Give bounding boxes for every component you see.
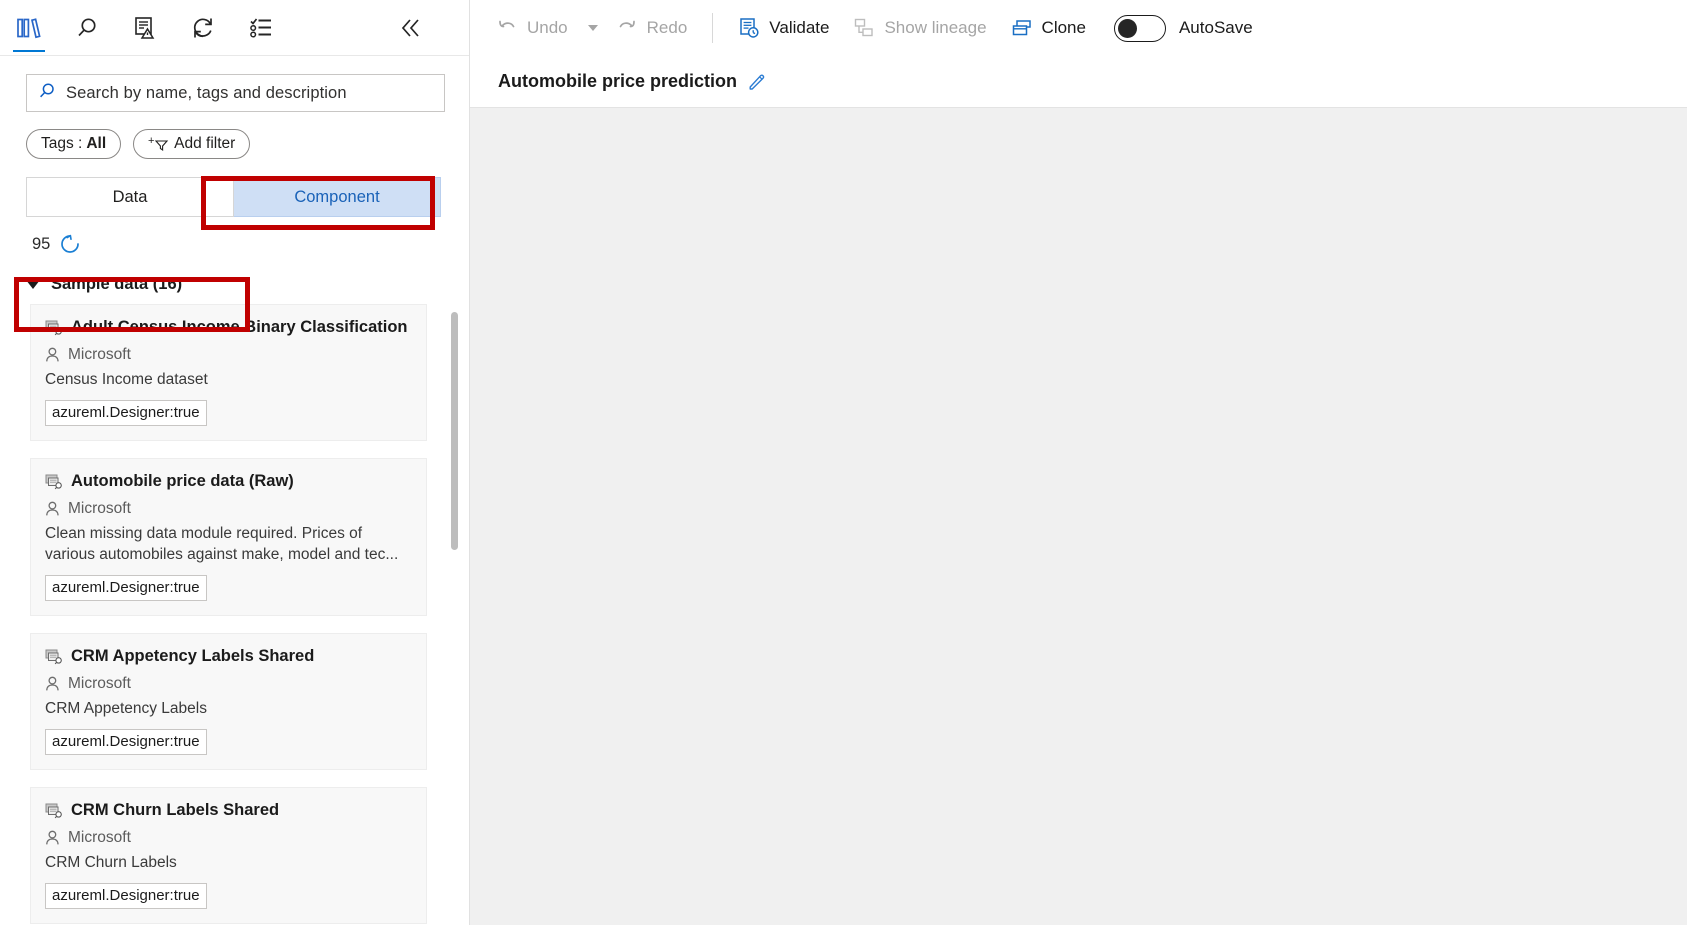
svg-text:+: +	[148, 135, 154, 147]
asset-type-tabs: Data Component	[26, 177, 441, 217]
refresh-icon[interactable]	[174, 0, 232, 56]
group-header-sample-data[interactable]: Sample data (16)	[26, 275, 469, 294]
card-tag[interactable]: azureml.Designer:true	[45, 883, 207, 909]
lineage-icon	[853, 17, 875, 39]
card-owner-row: Microsoft	[45, 675, 412, 693]
asset-library-panel: Search by name, tags and description Tag…	[0, 0, 470, 925]
card-owner-row: Microsoft	[45, 346, 412, 364]
app-root: Search by name, tags and description Tag…	[0, 0, 1687, 925]
card-description: Clean missing data module required. Pric…	[45, 525, 399, 563]
pipeline-title-bar: Automobile price prediction	[470, 56, 1687, 108]
list-item[interactable]: Adult Census Income Binary Classificatio…	[30, 304, 427, 441]
asset-card-list: Adult Census Income Binary Classificatio…	[0, 304, 469, 925]
tags-filter-value: All	[86, 135, 107, 152]
clone-icon	[1011, 17, 1033, 39]
pencil-icon[interactable]	[747, 72, 767, 92]
list-item[interactable]: Automobile price data (Raw) Microsoft Cl…	[30, 458, 427, 616]
redo-button[interactable]: Redo	[604, 8, 700, 48]
card-owner: Microsoft	[68, 500, 131, 517]
clone-button[interactable]: Clone	[999, 8, 1098, 48]
settings-list-icon[interactable]	[232, 0, 290, 56]
result-count: 95	[32, 234, 51, 253]
card-title: CRM Appetency Labels Shared	[71, 647, 315, 665]
submitted-jobs-icon[interactable]	[116, 0, 174, 56]
page-title: Automobile price prediction	[498, 71, 738, 91]
autosave-toggle[interactable]	[1113, 14, 1166, 42]
undo-button[interactable]: Undo	[484, 8, 580, 48]
add-filter-pill[interactable]: + Add filter	[133, 129, 251, 159]
tags-filter-pill[interactable]: Tags : All	[26, 129, 122, 159]
card-tag[interactable]: azureml.Designer:true	[45, 400, 207, 426]
search-placeholder: Search by name, tags and description	[66, 83, 347, 102]
person-icon	[45, 676, 60, 692]
autosave-control: AutoSave	[1113, 14, 1253, 42]
dataset-icon	[45, 474, 63, 495]
show-lineage-label: Show lineage	[884, 18, 987, 37]
validate-label: Validate	[769, 18, 830, 37]
list-scrollbar[interactable]	[447, 304, 461, 925]
asset-type-tabs-container: Data Component	[0, 159, 469, 217]
group-header-label: Sample data (16)	[51, 275, 183, 293]
search-icon[interactable]	[58, 0, 116, 56]
card-title-row: CRM Churn Labels Shared	[45, 801, 412, 824]
list-item[interactable]: CRM Appetency Labels Shared Microsoft CR…	[30, 633, 427, 770]
autosave-toggle-knob	[1117, 18, 1137, 38]
card-description: Census Income dataset	[45, 371, 208, 388]
tab-data[interactable]: Data	[26, 177, 234, 217]
filter-row: Tags : All + Add filter	[0, 112, 469, 159]
add-filter-label: Add filter	[174, 135, 236, 152]
card-tag[interactable]: azureml.Designer:true	[45, 729, 207, 755]
asset-library-icon[interactable]	[0, 0, 58, 56]
scrollbar-thumb[interactable]	[451, 312, 458, 550]
card-owner: Microsoft	[68, 829, 131, 846]
list-item[interactable]: CRM Churn Labels Shared Microsoft CRM Ch…	[30, 787, 427, 924]
search-container: Search by name, tags and description	[0, 56, 469, 112]
tab-component[interactable]: Component	[234, 177, 441, 217]
search-icon	[37, 81, 57, 106]
undo-dropdown-button[interactable]	[580, 8, 604, 48]
caret-down-icon	[26, 280, 40, 289]
card-owner: Microsoft	[68, 675, 131, 692]
redo-label: Redo	[646, 18, 688, 37]
card-title: Adult Census Income Binary Classificatio…	[71, 318, 412, 336]
result-count-row: 95	[0, 217, 469, 255]
validate-icon	[738, 17, 760, 39]
card-tag[interactable]: azureml.Designer:true	[45, 575, 207, 601]
left-icon-rail	[0, 0, 469, 56]
card-description: CRM Churn Labels	[45, 854, 177, 871]
clone-label: Clone	[1041, 18, 1086, 37]
card-title-row: Automobile price data (Raw)	[45, 472, 412, 495]
person-icon	[45, 347, 60, 363]
redo-icon	[616, 17, 638, 39]
search-input[interactable]: Search by name, tags and description	[26, 74, 445, 112]
card-title: Automobile price data (Raw)	[71, 472, 294, 490]
card-description: CRM Appetency Labels	[45, 700, 207, 717]
pipeline-canvas[interactable]	[470, 108, 1687, 925]
tags-filter-prefix: Tags :	[41, 135, 83, 152]
person-icon	[45, 501, 60, 517]
refresh-spinner-icon[interactable]	[59, 233, 81, 255]
toolbar-divider	[712, 13, 714, 43]
dataset-icon	[45, 803, 63, 824]
pipeline-editor: Undo Redo Validate Show lineage Clone Au…	[470, 0, 1687, 925]
card-owner-row: Microsoft	[45, 500, 412, 518]
collapse-panel-icon[interactable]	[391, 0, 431, 56]
person-icon	[45, 830, 60, 846]
undo-icon	[496, 17, 518, 39]
card-title-row: CRM Appetency Labels Shared	[45, 647, 412, 670]
card-title-row: Adult Census Income Binary Classificatio…	[45, 318, 412, 341]
pipeline-toolbar: Undo Redo Validate Show lineage Clone Au…	[470, 0, 1687, 56]
show-lineage-button[interactable]: Show lineage	[841, 8, 998, 48]
undo-label: Undo	[527, 18, 568, 37]
validate-button[interactable]: Validate	[726, 8, 841, 48]
group-header-container: Sample data (16)	[0, 255, 469, 294]
card-title: CRM Churn Labels Shared	[71, 801, 280, 819]
chevron-down-icon	[587, 25, 598, 31]
card-owner-row: Microsoft	[45, 829, 412, 847]
add-filter-icon: +	[148, 135, 170, 153]
dataset-icon	[45, 320, 63, 341]
dataset-icon	[45, 649, 63, 670]
autosave-label: AutoSave	[1178, 18, 1253, 37]
card-owner: Microsoft	[68, 346, 131, 363]
